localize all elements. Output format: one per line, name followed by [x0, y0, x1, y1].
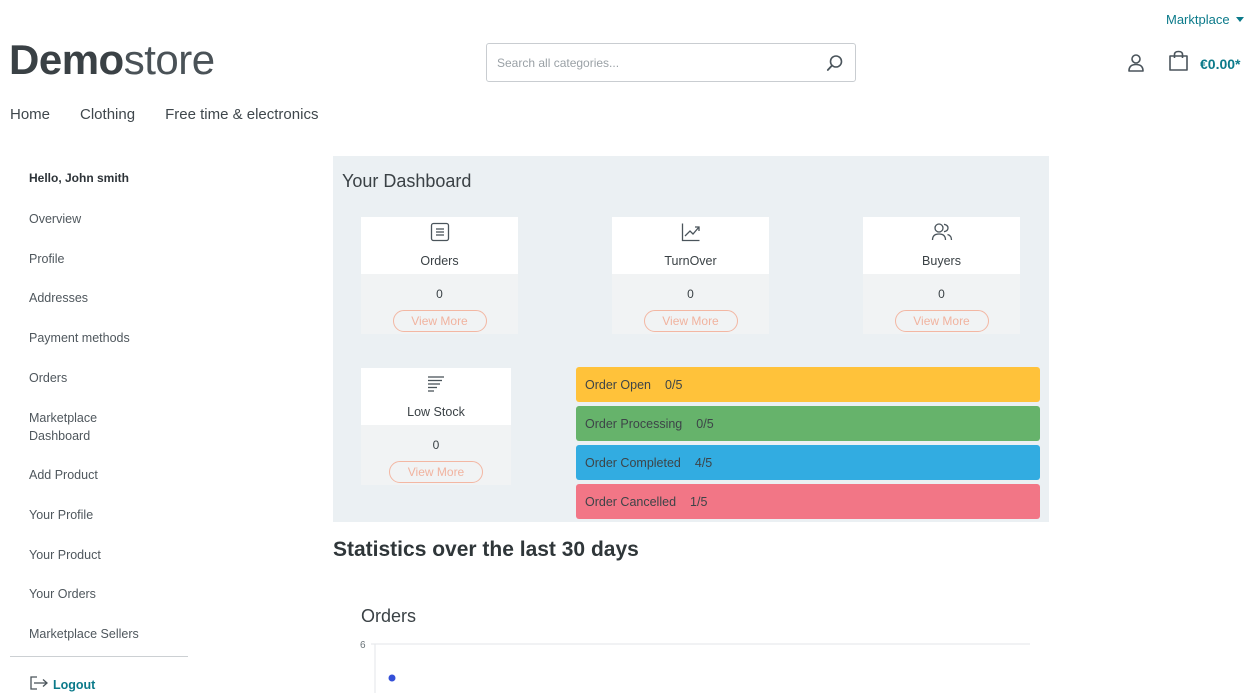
sidebar-item-add-product[interactable]: Add Product: [10, 466, 98, 484]
search-input[interactable]: [497, 55, 815, 70]
status-bar-order-open: Order Open 0/5: [576, 367, 1040, 402]
main-navigation: Home Clothing Free time & electronics: [10, 106, 318, 123]
data-point[interactable]: [388, 674, 396, 682]
status-bar-order-processing: Order Processing 0/5: [576, 406, 1040, 441]
status-count: 1/5: [690, 494, 708, 509]
account-icon[interactable]: [1126, 52, 1146, 74]
status-label: Order Completed: [585, 455, 681, 470]
y-tick-label: 6: [360, 640, 366, 651]
cart-button[interactable]: €0.00*: [1168, 50, 1240, 77]
sidebar-item-addresses[interactable]: Addresses: [10, 289, 88, 307]
sidebar-item-marketplace-sellers[interactable]: Marketplace Sellers: [10, 625, 139, 643]
status-label: Order Processing: [585, 416, 683, 431]
buyers-view-more-button[interactable]: View More: [894, 310, 989, 332]
turnover-card-label: TurnOver: [664, 254, 717, 268]
statistics-title: Statistics over the last 30 days: [333, 538, 639, 561]
sidebar-item-marketplace-dashboard[interactable]: Marketplace Dashboard: [10, 409, 120, 445]
orders-view-more-button[interactable]: View More: [392, 310, 487, 332]
greeting: Hello, John smith: [29, 171, 130, 185]
nav-item-home[interactable]: Home: [10, 106, 50, 123]
status-count: 0/5: [696, 416, 714, 431]
chart-title: Orders: [361, 606, 417, 626]
low-stock-card-label: Low Stock: [407, 405, 465, 419]
orders-card: Orders 0 View More: [361, 217, 518, 334]
orders-card-value: 0: [436, 287, 443, 301]
nav-item-free-time-electronics[interactable]: Free time & electronics: [165, 106, 318, 123]
low-stock-card-value: 0: [432, 438, 440, 452]
logo-bold: Demo: [9, 36, 124, 83]
turnover-card: TurnOver 0 View More: [612, 217, 769, 334]
nav-item-clothing[interactable]: Clothing: [80, 106, 135, 123]
logout-link[interactable]: Logout: [29, 676, 95, 693]
sidebar-item-your-profile[interactable]: Your Profile: [10, 506, 93, 524]
search-icon[interactable]: [815, 44, 855, 81]
stock-lines-icon: [426, 375, 446, 398]
logo[interactable]: Demostore: [9, 36, 215, 84]
cart-icon: [1168, 50, 1189, 77]
list-icon: [430, 222, 450, 247]
search-bar: [486, 43, 856, 82]
logo-regular: store: [123, 36, 215, 83]
status-bar-order-completed: Order Completed 4/5: [576, 445, 1040, 480]
orders-card-label: Orders: [420, 254, 459, 268]
orders-chart: 6: [360, 640, 1030, 693]
status-bar-order-cancelled: Order Cancelled 1/5: [576, 484, 1040, 519]
caret-down-icon: [1235, 17, 1244, 22]
turnover-card-value: 0: [687, 287, 694, 301]
dashboard-panel: Your Dashboard Orders 0 View More TurnOv…: [333, 156, 1049, 522]
sidebar-item-your-orders[interactable]: Your Orders: [10, 585, 96, 603]
status-label: Order Cancelled: [585, 494, 677, 509]
sidebar-divider: [10, 656, 188, 657]
users-icon: [931, 222, 953, 247]
sidebar-item-your-product[interactable]: Your Product: [10, 546, 101, 564]
marketplace-label: Marktplace: [1166, 12, 1230, 27]
low-stock-card: Low Stock 0 View More: [361, 368, 511, 485]
status-count: 0/5: [665, 377, 683, 392]
sidebar-item-orders[interactable]: Orders: [10, 369, 67, 387]
trend-up-icon: [681, 222, 701, 247]
buyers-card-label: Buyers: [922, 254, 961, 268]
turnover-view-more-button[interactable]: View More: [643, 310, 738, 332]
sidebar-item-payment-methods[interactable]: Payment methods: [10, 329, 130, 347]
cart-total: €0.00*: [1200, 55, 1241, 72]
low-stock-view-more-button[interactable]: View More: [389, 461, 483, 483]
buyers-card-value: 0: [938, 287, 945, 301]
sidebar-item-profile[interactable]: Profile: [10, 250, 64, 268]
sidebar-item-overview[interactable]: Overview: [10, 210, 81, 228]
dashboard-title: Your Dashboard: [342, 171, 472, 191]
account-sidebar: Hello, John smith Overview Profile Addre…: [10, 168, 188, 692]
logout-icon: [29, 676, 49, 693]
marketplace-dropdown[interactable]: Marktplace: [1166, 12, 1244, 27]
status-count: 4/5: [694, 455, 713, 470]
status-label: Order Open: [585, 377, 652, 392]
logout-label: Logout: [53, 677, 96, 692]
buyers-card: Buyers 0 View More: [863, 217, 1020, 334]
